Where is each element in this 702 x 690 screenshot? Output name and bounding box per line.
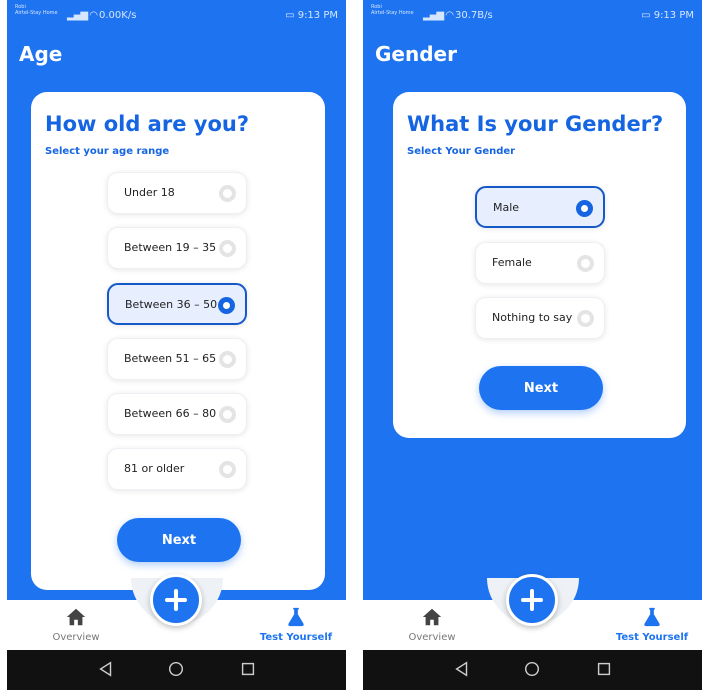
nav-overview[interactable]: Overview: [31, 606, 121, 646]
option-label: Between 51 – 65: [124, 352, 217, 365]
option-label: Male: [493, 201, 520, 214]
question-subheading: Select Your Gender: [407, 146, 516, 157]
status-bar: Robi Airtel-Stay Home ▂▄▆ ◠ 0.00K/s ▭ 9:…: [7, 0, 346, 36]
nav-overview-label: Overview: [408, 632, 456, 643]
carrier-bottom: Airtel-Stay Home: [15, 10, 58, 16]
home-icon: [422, 608, 442, 626]
battery-icon: ▭: [641, 10, 654, 21]
radio-icon[interactable]: [219, 185, 236, 202]
option-label: Nothing to say: [492, 311, 573, 324]
option-label: Under 18: [124, 186, 175, 199]
system-nav-bar: [7, 650, 346, 690]
add-button[interactable]: [506, 574, 558, 626]
nav-test-label: Test Yourself: [259, 632, 333, 643]
question-heading: What Is your Gender?: [407, 112, 664, 136]
network-speed: 0.00K/s: [99, 10, 137, 21]
add-button[interactable]: [150, 574, 202, 626]
radio-selected-icon[interactable]: [218, 297, 235, 314]
radio-icon[interactable]: [219, 461, 236, 478]
option-36-50[interactable]: Between 36 – 50: [107, 283, 247, 325]
option-label: 81 or older: [124, 462, 185, 475]
gender-screen: Robi Airtel-Stay Home ▂▄▆ ◠ 30.7B/s ▭ 9:…: [363, 0, 702, 690]
signal-icon: ▂▄▆ ◠: [67, 10, 98, 21]
option-label: Female: [492, 256, 532, 269]
home-circle-icon[interactable]: [523, 660, 541, 678]
nav-test-label: Test Yourself: [615, 632, 689, 643]
radio-icon[interactable]: [219, 406, 236, 423]
recents-icon[interactable]: [595, 660, 613, 678]
question-card: How old are you? Select your age range U…: [31, 92, 325, 590]
back-icon[interactable]: [97, 660, 115, 678]
battery-icon: ▭: [285, 10, 298, 21]
option-81-older[interactable]: 81 or older: [107, 448, 247, 490]
question-heading: How old are you?: [45, 112, 250, 136]
next-button[interactable]: Next: [117, 518, 241, 562]
status-right: ▭ 9:13 PM: [641, 10, 694, 21]
option-male[interactable]: Male: [475, 186, 605, 228]
option-19-35[interactable]: Between 19 – 35: [107, 227, 247, 269]
radio-selected-icon[interactable]: [576, 200, 593, 217]
signal-icon: ▂▄▆ ◠: [423, 10, 454, 21]
back-icon[interactable]: [453, 660, 471, 678]
question-card: What Is your Gender? Select Your Gender …: [393, 92, 686, 438]
clock: 9:13 PM: [653, 10, 694, 21]
option-under-18[interactable]: Under 18: [107, 172, 247, 214]
page-title: Gender: [375, 42, 457, 66]
nav-overview-label: Overview: [52, 632, 100, 643]
carrier-label: Robi Airtel-Stay Home: [15, 4, 58, 16]
radio-icon[interactable]: [577, 310, 594, 327]
option-label: Between 19 – 35: [124, 241, 217, 254]
next-button[interactable]: Next: [479, 366, 603, 410]
carrier-bottom: Airtel-Stay Home: [371, 10, 414, 16]
option-51-65[interactable]: Between 51 – 65: [107, 338, 247, 380]
age-screen: Robi Airtel-Stay Home ▂▄▆ ◠ 0.00K/s ▭ 9:…: [7, 0, 346, 690]
page-title: Age: [19, 42, 63, 66]
home-icon: [66, 608, 86, 626]
recents-icon[interactable]: [239, 660, 257, 678]
flask-icon: [644, 607, 660, 627]
nav-test-yourself[interactable]: Test Yourself: [251, 606, 341, 646]
network-speed: 30.7B/s: [455, 10, 493, 21]
status-right: ▭ 9:13 PM: [285, 10, 338, 21]
option-nothing-to-say[interactable]: Nothing to say: [475, 297, 605, 339]
plus-icon-bar: [530, 589, 534, 611]
carrier-label: Robi Airtel-Stay Home: [371, 4, 414, 16]
option-female[interactable]: Female: [475, 242, 605, 284]
option-label: Between 36 – 50: [125, 298, 218, 311]
nav-test-yourself[interactable]: Test Yourself: [607, 606, 697, 646]
radio-icon[interactable]: [219, 240, 236, 257]
clock: 9:13 PM: [297, 10, 338, 21]
radio-icon[interactable]: [219, 351, 236, 368]
plus-icon-bar: [174, 589, 178, 611]
option-label: Between 66 – 80: [124, 407, 217, 420]
status-bar: Robi Airtel-Stay Home ▂▄▆ ◠ 30.7B/s ▭ 9:…: [363, 0, 702, 36]
bottom-nav: Overview Test Yourself: [7, 574, 346, 650]
nav-overview[interactable]: Overview: [387, 606, 477, 646]
bottom-nav: Overview Test Yourself: [363, 574, 702, 650]
flask-icon: [288, 607, 304, 627]
option-66-80[interactable]: Between 66 – 80: [107, 393, 247, 435]
radio-icon[interactable]: [577, 255, 594, 272]
home-circle-icon[interactable]: [167, 660, 185, 678]
question-subheading: Select your age range: [45, 146, 170, 157]
system-nav-bar: [363, 650, 702, 690]
